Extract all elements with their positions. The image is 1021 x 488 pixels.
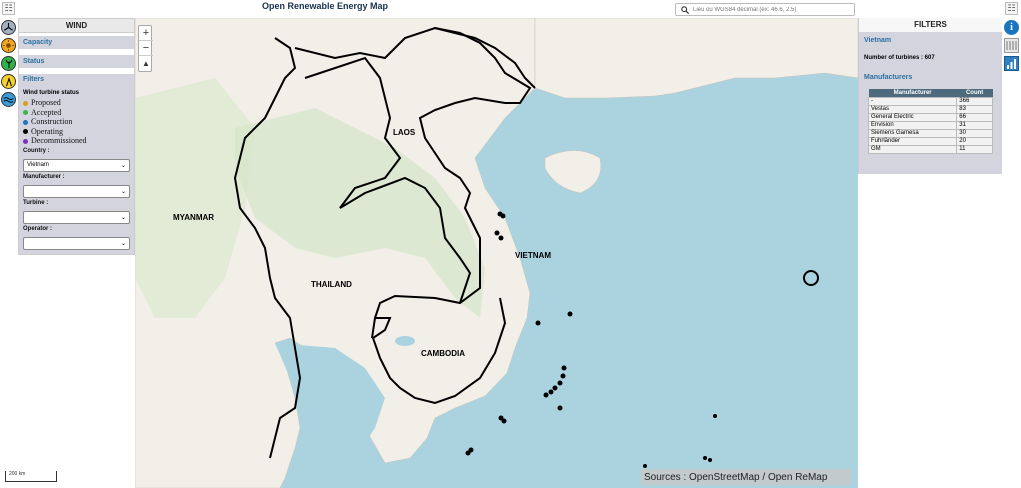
wind-energy-icon[interactable]	[1, 20, 16, 35]
table-row: GM 11	[867, 145, 993, 154]
right-panel-title: FILTERS	[859, 18, 1002, 32]
hainan-island	[544, 150, 602, 194]
zoom-in-button[interactable]: +	[139, 26, 153, 41]
wind-panel: WIND Capacity Status Filters Wind turbin…	[18, 18, 135, 255]
status-dot	[23, 129, 28, 135]
solar-energy-icon[interactable]	[1, 38, 16, 53]
turbine-point[interactable]	[548, 389, 554, 395]
map-attribution: Sources : OpenStreetMap / Open ReMap	[641, 469, 851, 485]
country-label: Country :	[23, 147, 50, 154]
status-dot	[23, 138, 28, 144]
status-decommissioned[interactable]: Decommissioned	[23, 136, 130, 146]
turbine-point[interactable]	[703, 456, 707, 460]
table-header-row: Manufacturer Count	[868, 89, 993, 98]
label-cambodia: CAMBODIA	[421, 349, 465, 358]
china-coast-land	[534, 18, 858, 99]
table-row: Envision 31	[867, 121, 993, 130]
status-accepted[interactable]: Accepted	[23, 108, 130, 118]
manufacturers-table: Manufacturer Count -366 Vestas 83 General…	[867, 89, 993, 154]
manufacturer-label: Manufacturer :	[23, 173, 65, 180]
turbine-point[interactable]	[498, 235, 504, 241]
header-bar: ☷ Open Renewable Energy Map ☷	[0, 0, 1021, 18]
turbine-point[interactable]	[557, 380, 563, 386]
status-construction[interactable]: Construction	[23, 117, 130, 127]
search-input[interactable]	[689, 6, 848, 13]
label-myanmar: MYANMAR	[173, 213, 215, 222]
table-row: Fuhrländer 20	[867, 137, 993, 146]
turbine-point[interactable]	[708, 458, 712, 462]
chevron-down-icon: ⌄	[120, 214, 126, 221]
status-operating[interactable]: Operating	[23, 127, 130, 137]
table-row: Siemens Gamesa 30	[867, 129, 993, 138]
energy-type-strip	[0, 18, 17, 128]
reset-north-button[interactable]: ▲	[139, 56, 153, 71]
search-icon	[681, 5, 689, 14]
table-row: -366	[867, 97, 993, 106]
map-view[interactable]: MYANMAR LAOS THAILAND VIETNAM CAMBODIA	[135, 18, 858, 488]
turbine-point[interactable]	[567, 311, 573, 317]
biomass-energy-icon[interactable]	[1, 56, 16, 71]
label-laos: LAOS	[393, 128, 416, 137]
status-section-toggle[interactable]: Status	[19, 55, 134, 68]
island-marker	[803, 270, 819, 286]
panel-title: WIND	[19, 19, 134, 33]
turbine-label: Turbine :	[23, 199, 49, 206]
country-select[interactable]: Vietnam ⌄	[23, 158, 130, 172]
turbine-point[interactable]	[500, 213, 506, 219]
selected-country: Vietnam	[864, 37, 892, 44]
label-vietnam: VIETNAM	[515, 251, 551, 260]
zoom-controls: + − ▲	[138, 25, 153, 72]
manufacturer-select[interactable]: ⌄	[23, 184, 130, 198]
search-box[interactable]	[675, 3, 855, 16]
column-header: Count	[956, 89, 993, 98]
right-menu-icon[interactable]: ☷	[1005, 2, 1018, 15]
turbine-point[interactable]	[494, 230, 500, 236]
column-header: Manufacturer	[868, 89, 957, 98]
operator-select[interactable]: ⌄	[23, 236, 130, 250]
map-canvas[interactable]	[135, 18, 858, 488]
zoom-out-button[interactable]: −	[139, 41, 153, 56]
table-view-icon[interactable]	[1004, 38, 1019, 53]
turbine-point[interactable]	[501, 418, 507, 424]
geothermal-energy-icon[interactable]	[1, 74, 16, 89]
status-dot	[23, 100, 28, 106]
turbine-point[interactable]	[535, 320, 541, 326]
scale-bar: 200 km	[5, 471, 57, 482]
capacity-section-toggle[interactable]: Capacity	[19, 36, 134, 49]
operator-label: Operator :	[23, 225, 53, 232]
turbine-point[interactable]	[643, 464, 647, 468]
table-row: Vestas 83	[867, 105, 993, 114]
filters-section: Filters Wind turbine status Proposed Acc…	[19, 74, 134, 254]
turbine-point[interactable]	[557, 405, 563, 411]
turbine-point[interactable]	[713, 414, 717, 418]
hydro-energy-icon[interactable]	[1, 92, 16, 107]
turbine-point[interactable]	[560, 373, 566, 379]
tonle-sap-lake	[395, 336, 415, 346]
chevron-down-icon: ⌄	[120, 240, 126, 247]
info-icon[interactable]: i	[1004, 20, 1019, 35]
chart-view-icon[interactable]	[1004, 56, 1019, 71]
status-legend: Proposed Accepted Construction Operating…	[23, 98, 130, 146]
turbine-point[interactable]	[552, 385, 558, 391]
status-proposed[interactable]: Proposed	[23, 98, 130, 108]
label-thailand: THAILAND	[311, 280, 352, 289]
status-heading: Wind turbine status	[23, 90, 79, 96]
turbine-point[interactable]	[561, 365, 567, 371]
table-row: General Electric 66	[867, 113, 993, 122]
right-tool-strip: i	[1003, 18, 1021, 78]
app-title: Open Renewable Energy Map	[261, 1, 389, 11]
chevron-down-icon: ⌄	[120, 162, 126, 169]
turbine-select[interactable]: ⌄	[23, 210, 130, 224]
filters-section-toggle[interactable]: Filters	[23, 76, 130, 83]
status-dot	[23, 110, 28, 116]
turbine-count: Number of turbines : 607	[864, 55, 935, 61]
left-menu-icon[interactable]: ☷	[2, 2, 15, 15]
status-dot	[23, 119, 28, 125]
filters-result-panel: FILTERS Vietnam Number of turbines : 607…	[858, 18, 1002, 174]
chevron-down-icon: ⌄	[120, 188, 126, 195]
turbine-point[interactable]	[543, 392, 549, 398]
turbine-point[interactable]	[468, 447, 474, 453]
manufacturers-heading: Manufacturers	[864, 74, 913, 81]
